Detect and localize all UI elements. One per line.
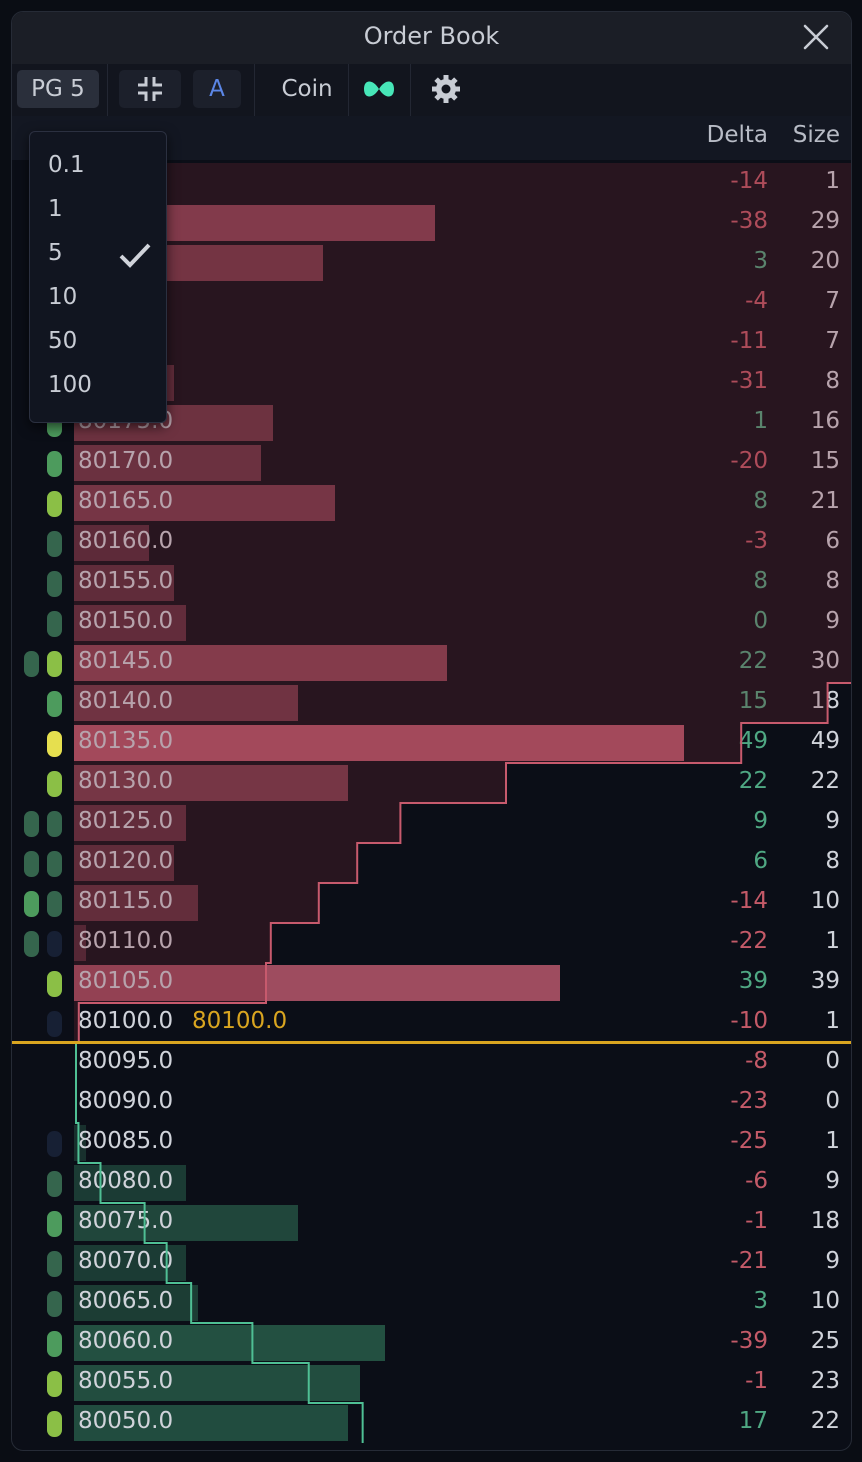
grouping-option-10[interactable]: 10 [48,284,77,310]
order-book-panel: Order Book PG 5 A Coin Delta Size 49 49 … [11,11,852,1451]
grouping-dropdown: 0.1 1 5 10 50 100 [29,131,167,423]
grouping-option-1[interactable]: 1 [48,196,63,222]
grouping-option-5[interactable]: 5 [48,240,63,266]
mid-price-line [12,1041,851,1044]
grouping-option-50[interactable]: 50 [48,328,77,354]
ask-depth-area [74,163,851,1043]
grouping-option-100[interactable]: 100 [48,372,92,398]
checkmark-icon [118,240,152,274]
grouping-option-0.1[interactable]: 0.1 [48,152,85,178]
bid-depth-line [75,1043,364,1443]
